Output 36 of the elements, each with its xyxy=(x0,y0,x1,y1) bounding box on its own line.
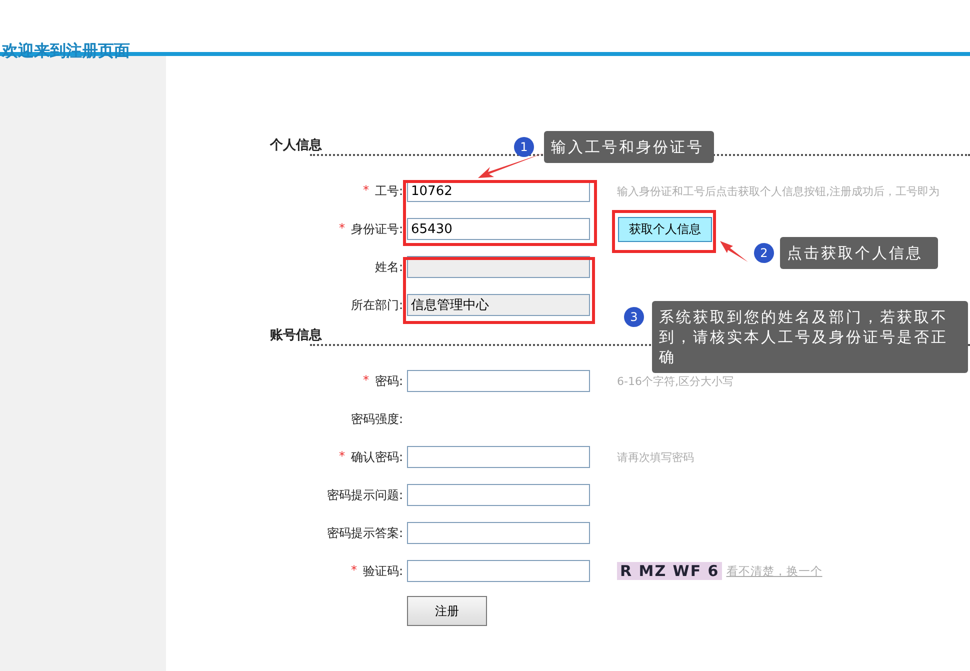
step-number: 2 xyxy=(754,243,774,263)
hint-text: 输入身份证和工号后点击获取个人信息按钮,注册成功后，工号即为 xyxy=(617,184,940,198)
field-label: 密码: xyxy=(374,372,403,390)
required-mark: * xyxy=(362,372,369,388)
field-label: 姓名: xyxy=(374,258,403,276)
required-mark: * xyxy=(338,448,345,464)
captcha-image: R MZ WF 6 xyxy=(617,562,722,580)
callout-text: 点击获取个人信息 xyxy=(780,237,938,269)
hint-text: 6-16个字符,区分大小写 xyxy=(617,374,734,388)
input-field[interactable] xyxy=(407,446,590,468)
field-label: 工号: xyxy=(374,182,403,200)
input-field[interactable] xyxy=(407,522,590,544)
register-button[interactable]: 注册 xyxy=(407,596,487,626)
step-number: 1 xyxy=(514,137,534,157)
input-field[interactable] xyxy=(407,560,590,582)
callout-text: 系统获取到您的姓名及部门，若获取不到，请核实本人工号及身份证号是否正确 xyxy=(652,301,968,373)
input-field[interactable]: 信息管理中心 xyxy=(407,294,590,316)
input-field[interactable] xyxy=(407,484,590,506)
input-field[interactable] xyxy=(407,370,590,392)
field-label: 确认密码: xyxy=(350,448,403,466)
step-number: 3 xyxy=(624,307,644,327)
required-mark: * xyxy=(350,562,357,578)
hint-text: 请再次填写密码 xyxy=(617,450,694,464)
section-title: 账号信息 xyxy=(269,327,322,344)
field-label: 密码提示答案: xyxy=(326,524,403,542)
field-label: 验证码: xyxy=(362,562,403,580)
field-label: 身份证号: xyxy=(350,220,403,238)
field-label: 密码提示问题: xyxy=(326,486,403,504)
callout-text: 输入工号和身份证号 xyxy=(544,131,714,163)
section-title: 个人信息 xyxy=(269,137,322,154)
field-label: 密码强度: xyxy=(350,410,403,428)
field-label: 所在部门: xyxy=(350,296,403,314)
required-mark: * xyxy=(362,182,369,198)
required-mark: * xyxy=(338,220,345,236)
input-field[interactable]: 65430 xyxy=(407,218,590,240)
fetch-info-button[interactable]: 获取个人信息 xyxy=(618,216,712,242)
